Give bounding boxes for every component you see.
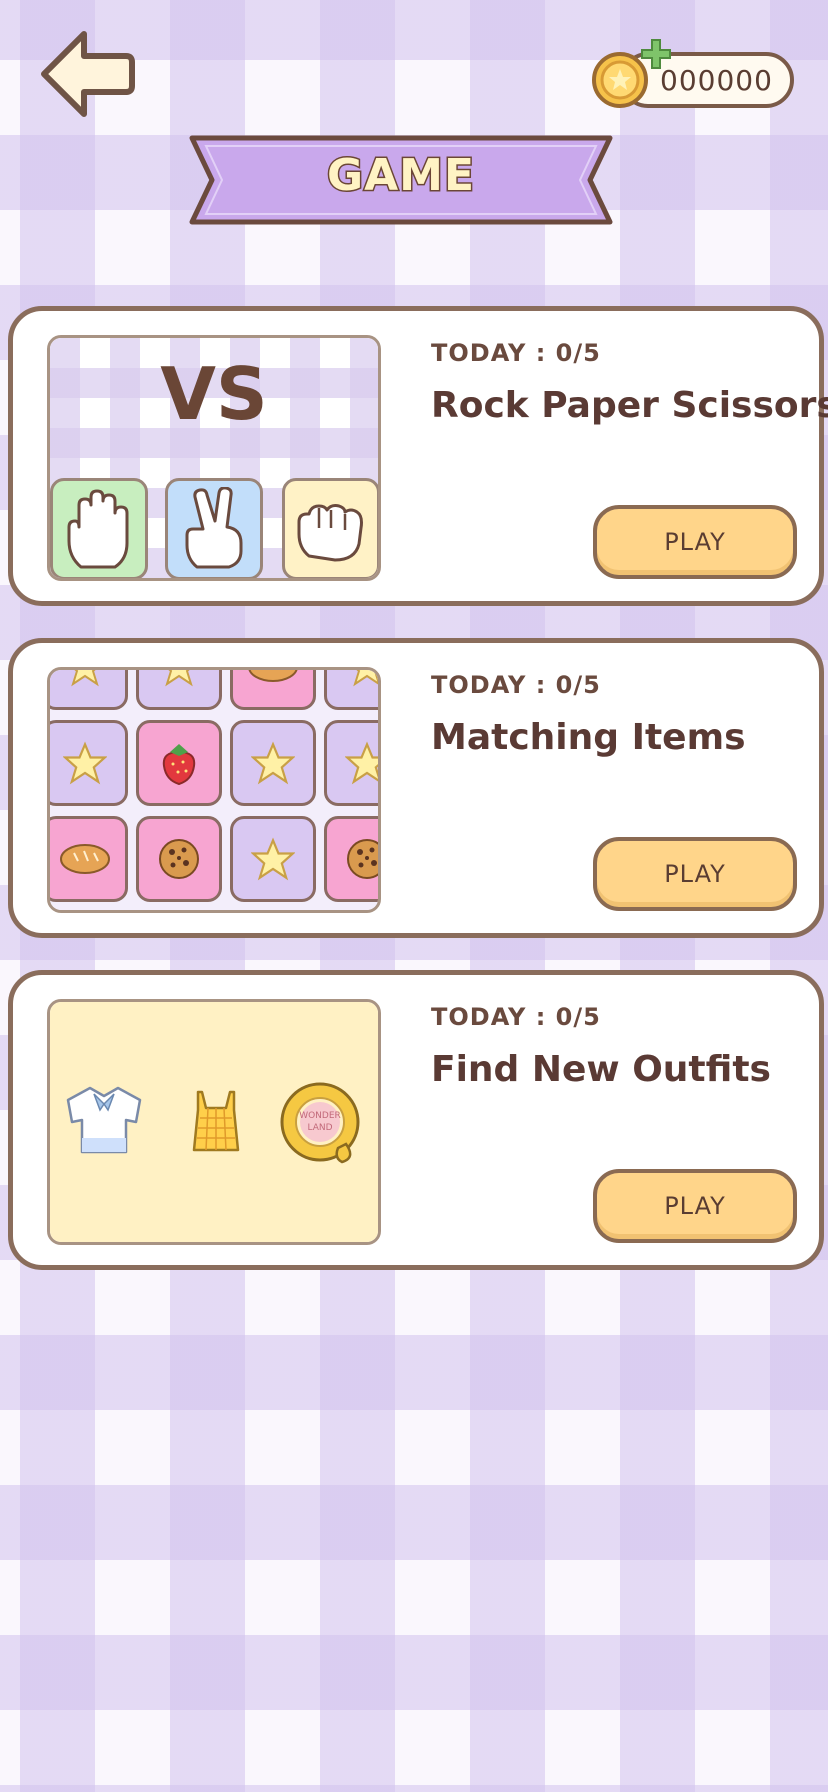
today-count: TODAY : 0/5 <box>431 671 601 699</box>
strawberry-tile <box>136 720 222 806</box>
game-title: Find New Outfits <box>431 1049 771 1090</box>
play-button[interactable]: PLAY <box>593 1169 797 1243</box>
outfits-thumbnail: WONDER LAND <box>47 999 381 1245</box>
coin-counter[interactable]: 000000 <box>590 39 796 114</box>
blouse-icon <box>66 1086 142 1154</box>
bread-icon <box>60 844 110 874</box>
vs-label: VS <box>160 352 268 436</box>
coin-value: 000000 <box>660 64 773 97</box>
play-button[interactable]: PLAY <box>593 505 797 579</box>
cookie-tile <box>136 816 222 902</box>
star-tile <box>324 720 378 806</box>
star-icon <box>165 670 193 687</box>
rps-thumbnail: VS <box>47 335 381 581</box>
rock-hand-icon <box>297 504 363 562</box>
star-tile <box>324 670 378 710</box>
today-count: TODAY : 0/5 <box>431 339 601 367</box>
strawberry-icon <box>162 744 196 786</box>
svg-text:WONDER: WONDER <box>299 1111 341 1121</box>
star-icon <box>251 837 295 881</box>
cookie-tile <box>324 816 378 902</box>
star-tile <box>50 720 128 806</box>
game-title: Matching Items <box>431 717 746 758</box>
star-icon <box>345 741 378 785</box>
star-icon <box>251 741 295 785</box>
wonderland-ring-icon: WONDER LAND <box>280 1082 360 1164</box>
game-card-find-new-outfits: WONDER LAND TODAY : 0/5 Find New Outfits… <box>8 970 824 1270</box>
cookie-icon <box>347 839 378 879</box>
bread-icon <box>248 670 298 682</box>
star-icon <box>353 670 378 687</box>
matching-thumbnail <box>47 667 381 913</box>
star-tile <box>136 670 222 710</box>
scissors-hand-tile <box>165 478 263 578</box>
paper-hand-icon <box>67 489 129 569</box>
cookie-icon <box>159 839 199 879</box>
star-icon <box>71 670 99 687</box>
bread-tile <box>50 816 128 902</box>
today-count: TODAY : 0/5 <box>431 1003 601 1031</box>
back-arrow-icon <box>41 31 135 117</box>
star-tile <box>230 816 316 902</box>
paper-hand-tile <box>50 478 148 578</box>
scissors-hand-icon <box>185 487 243 569</box>
play-button[interactable]: PLAY <box>593 837 797 911</box>
game-title: Rock Paper Scissors <box>431 385 828 426</box>
page-title: GAME <box>325 149 475 203</box>
star-tile <box>50 670 128 710</box>
bread-tile <box>230 670 316 710</box>
back-button[interactable] <box>38 28 138 128</box>
star-icon <box>63 741 107 785</box>
star-tile <box>230 720 316 806</box>
svg-text:LAND: LAND <box>307 1123 332 1133</box>
rock-hand-tile <box>282 478 378 578</box>
game-card-rock-paper-scissors: VS TODAY : 0/5 Rock Paper Scissors PLAY <box>8 306 828 606</box>
game-card-matching-items: TODAY : 0/5 Matching Items PLAY <box>8 638 824 938</box>
add-coins-plus-icon[interactable] <box>640 38 672 70</box>
tank-top-icon <box>192 1090 240 1152</box>
